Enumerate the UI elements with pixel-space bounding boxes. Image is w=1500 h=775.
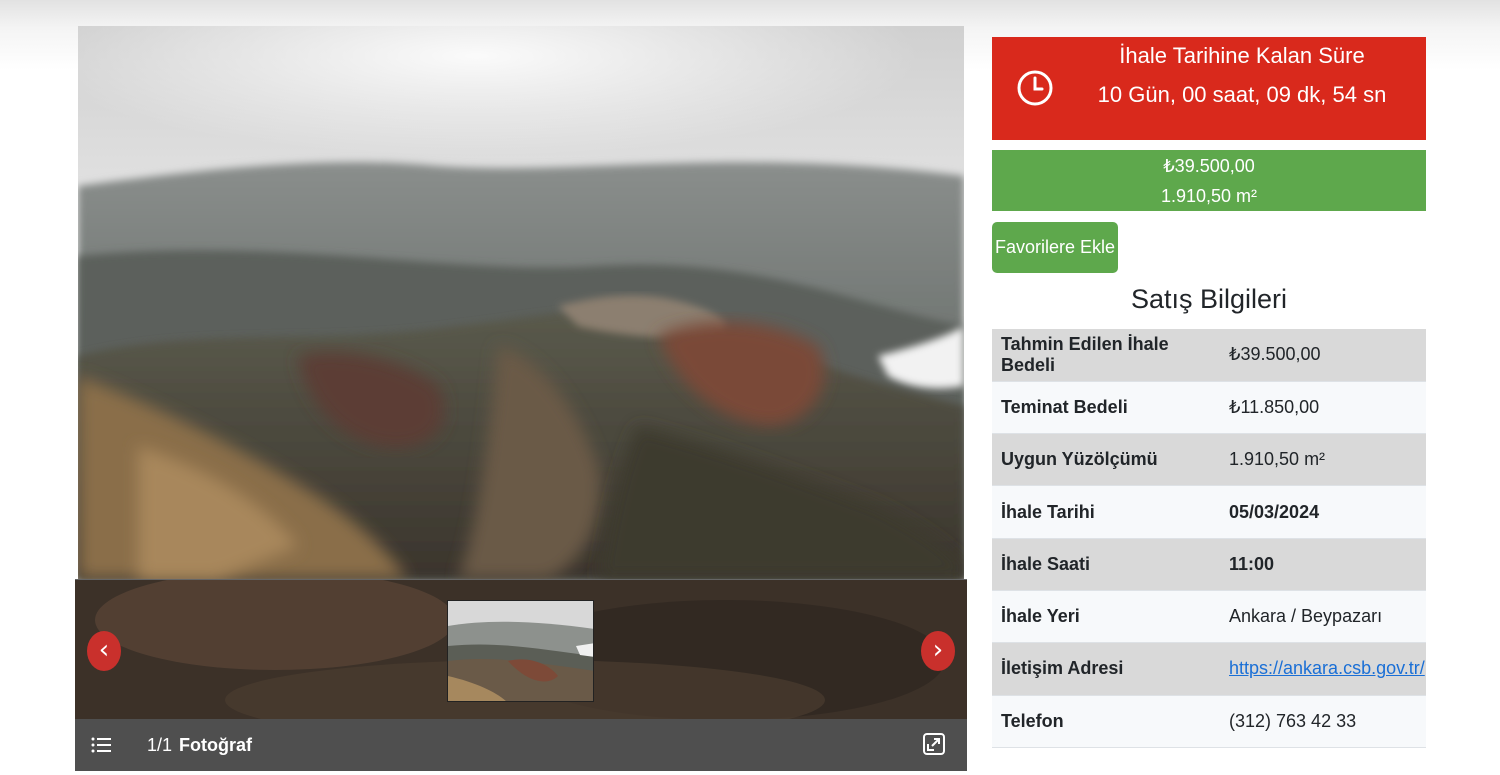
photo-thumbnail[interactable] [447, 600, 594, 702]
list-icon[interactable] [91, 733, 111, 757]
add-to-favorites-button[interactable]: Favorilere Ekle [992, 222, 1118, 273]
thumbnail-strip: ‹ › [75, 579, 967, 719]
photo-label: Fotoğraf [179, 735, 252, 755]
auction-time-value: 11:00 [1229, 553, 1275, 574]
row-value: ₺11.850,00 [1229, 396, 1320, 417]
fullscreen-icon[interactable] [923, 733, 945, 755]
price-value: ₺39.500,00 [1163, 156, 1255, 176]
row-label: İhale Tarihi [1001, 501, 1095, 522]
next-photo-button[interactable]: › [921, 631, 955, 671]
sales-info-title: Satış Bilgileri [1130, 284, 1288, 314]
auction-countdown: İhale Tarihine Kalan Süre 10 Gün, 00 saa… [992, 37, 1426, 140]
row-label: Telefon [1001, 710, 1064, 731]
photo-counter: 1/1 [147, 735, 173, 755]
phone-value: (312) 763 42 33 [1229, 710, 1357, 731]
table-row: Telefon (312) 763 42 33 [992, 695, 1426, 748]
contact-address-link[interactable]: https://ankara.csb.gov.tr/ [1229, 658, 1425, 678]
landscape-photo [78, 26, 964, 579]
photo-gallery: ‹ › 1/1 Fotoğraf [75, 26, 967, 771]
table-row: İhale Saati 11:00 [992, 538, 1426, 591]
thumbnail-image [448, 601, 593, 701]
countdown-value: 10 Gün, 00 saat, 09 dk, 54 sn [1097, 82, 1387, 107]
row-label: Uygun Yüzölçümü [1001, 449, 1158, 470]
row-label: Teminat Bedeli [1001, 396, 1128, 417]
table-row: Teminat Bedeli ₺11.850,00 [992, 381, 1426, 434]
countdown-title: İhale Tarihine Kalan Süre [1119, 43, 1365, 68]
main-photo[interactable] [78, 26, 964, 579]
table-row: İletişim Adresi https://ankara.csb.gov.t… [992, 642, 1426, 696]
clock-icon [1017, 70, 1053, 106]
row-value: 1.910,50 m² [1229, 449, 1326, 470]
table-row: İhale Yeri Ankara / Beypazarı [992, 590, 1426, 643]
auction-date-value: 05/03/2024 [1229, 501, 1320, 522]
table-row: Tahmin Edilen İhale Bedeli ₺39.500,00 [992, 329, 1426, 382]
row-label: Tahmin Edilen İhale Bedeli [1001, 333, 1169, 375]
previous-photo-button[interactable]: ‹ [87, 631, 121, 671]
row-value: Ankara / Beypazarı [1229, 606, 1383, 627]
row-value: https://ankara.csb.gov.tr/ [1220, 643, 1426, 695]
price-summary: ₺39.500,00 1.910,50 m² [992, 150, 1426, 211]
row-label: İhale Saati [1001, 553, 1091, 574]
area-value: 1.910,50 m² [1160, 186, 1258, 206]
table-row: İhale Tarihi 05/03/2024 [992, 485, 1426, 539]
row-label: İletişim Adresi [1001, 658, 1124, 679]
row-value: ₺39.500,00 [1229, 344, 1321, 365]
row-label: İhale Yeri [1001, 606, 1080, 627]
sales-info-table: Tahmin Edilen İhale Bedeli ₺39.500,00 Te… [992, 329, 1426, 748]
table-row: Uygun Yüzölçümü 1.910,50 m² [992, 433, 1426, 486]
gallery-toolbar: 1/1 Fotoğraf [75, 719, 967, 771]
